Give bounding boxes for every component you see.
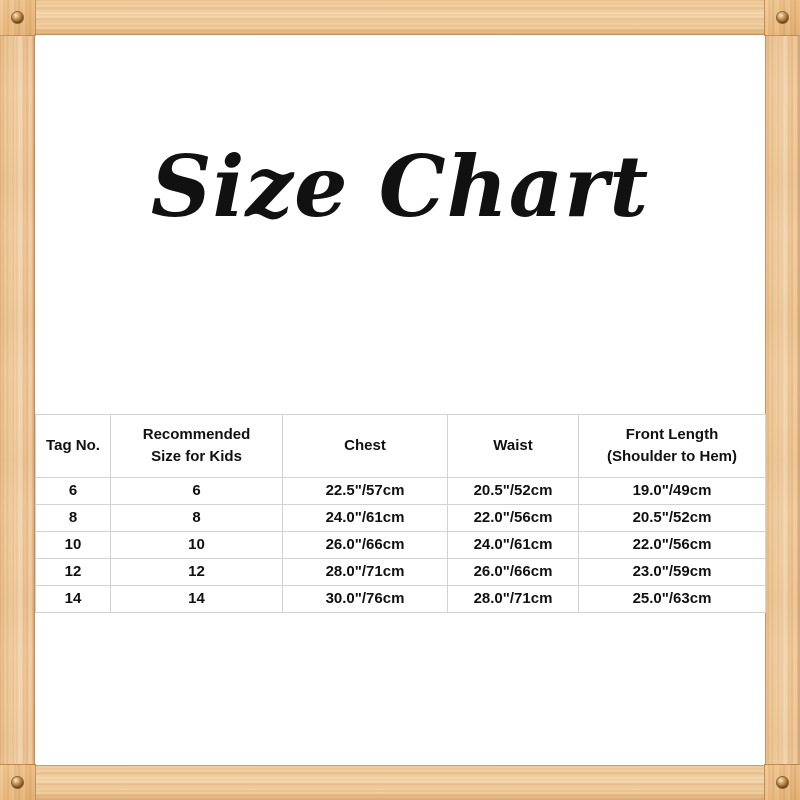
table-body: 6 6 22.5"/57cm 20.5"/52cm 19.0"/49cm 8 8… [35,477,766,613]
cell-recommended-size: 12 [110,558,283,586]
wood-frame-left [0,0,35,800]
cell-recommended-size: 6 [110,477,283,505]
screw-icon-top-left [12,12,23,23]
column-header-waist-line-1: Waist [493,437,533,454]
cell-front-length: 19.0"/49cm [578,477,766,505]
cell-waist: 28.0"/71cm [447,585,579,613]
cell-tag-no: 14 [35,585,111,613]
column-header-waist: Waist [447,414,579,478]
column-header-tag-no: Tag No. [35,414,111,478]
cell-waist: 24.0"/61cm [447,531,579,559]
table-row: 8 8 24.0"/61cm 22.0"/56cm 20.5"/52cm [35,504,766,532]
cell-front-length: 25.0"/63cm [578,585,766,613]
size-chart-table: Tag No. Recommended Size for Kids Chest … [35,414,766,613]
cell-waist: 22.0"/56cm [447,504,579,532]
screw-icon-bottom-left [12,777,23,788]
cell-front-length: 20.5"/52cm [578,504,766,532]
size-chart-page: Size Chart Tag No. Recommended Size for … [0,0,800,800]
column-header-recommended-size-line-1: Recommended [142,426,251,443]
table-row: 12 12 28.0"/71cm 26.0"/66cm 23.0"/59cm [35,558,766,586]
column-header-front-length: Front Length (Shoulder to Hem) [578,414,766,478]
table-header: Tag No. Recommended Size for Kids Chest … [35,414,766,478]
column-header-front-length-line-1: Front Length [625,426,719,443]
column-header-recommended-size-line-2: Size for Kids [151,448,242,465]
frame-seam-top [35,34,765,35]
wood-frame-right [765,0,800,800]
column-header-chest-line-1: Chest [344,437,386,454]
screw-icon-top-right [777,12,788,23]
cell-chest: 26.0"/66cm [282,531,448,559]
cell-recommended-size: 14 [110,585,283,613]
cell-tag-no: 10 [35,531,111,559]
cell-waist: 20.5"/52cm [447,477,579,505]
wood-frame-top [0,0,800,35]
page-title: Size Chart [150,137,650,236]
size-chart-table-wrapper: Tag No. Recommended Size for Kids Chest … [35,414,766,613]
cell-tag-no: 6 [35,477,111,505]
cell-chest: 24.0"/61cm [282,504,448,532]
cell-recommended-size: 10 [110,531,283,559]
wood-frame-bottom [0,765,800,800]
table-row: 10 10 26.0"/66cm 24.0"/61cm 22.0"/56cm [35,531,766,559]
column-header-tag-no-line-1: Tag No. [46,437,100,454]
cell-chest: 30.0"/76cm [282,585,448,613]
table-row: 6 6 22.5"/57cm 20.5"/52cm 19.0"/49cm [35,477,766,505]
cell-front-length: 23.0"/59cm [578,558,766,586]
screw-icon-bottom-right [777,777,788,788]
cell-tag-no: 12 [35,558,111,586]
cell-waist: 26.0"/66cm [447,558,579,586]
cell-chest: 28.0"/71cm [282,558,448,586]
cell-recommended-size: 8 [110,504,283,532]
cell-tag-no: 8 [35,504,111,532]
table-row: 14 14 30.0"/76cm 28.0"/71cm 25.0"/63cm [35,585,766,613]
frame-seam-bottom [35,765,765,766]
column-header-chest: Chest [282,414,448,478]
cell-chest: 22.5"/57cm [282,477,448,505]
cell-front-length: 22.0"/56cm [578,531,766,559]
column-header-front-length-line-2: (Shoulder to Hem) [607,448,737,465]
table-header-row: Tag No. Recommended Size for Kids Chest … [35,414,766,478]
column-header-recommended-size: Recommended Size for Kids [110,414,283,478]
